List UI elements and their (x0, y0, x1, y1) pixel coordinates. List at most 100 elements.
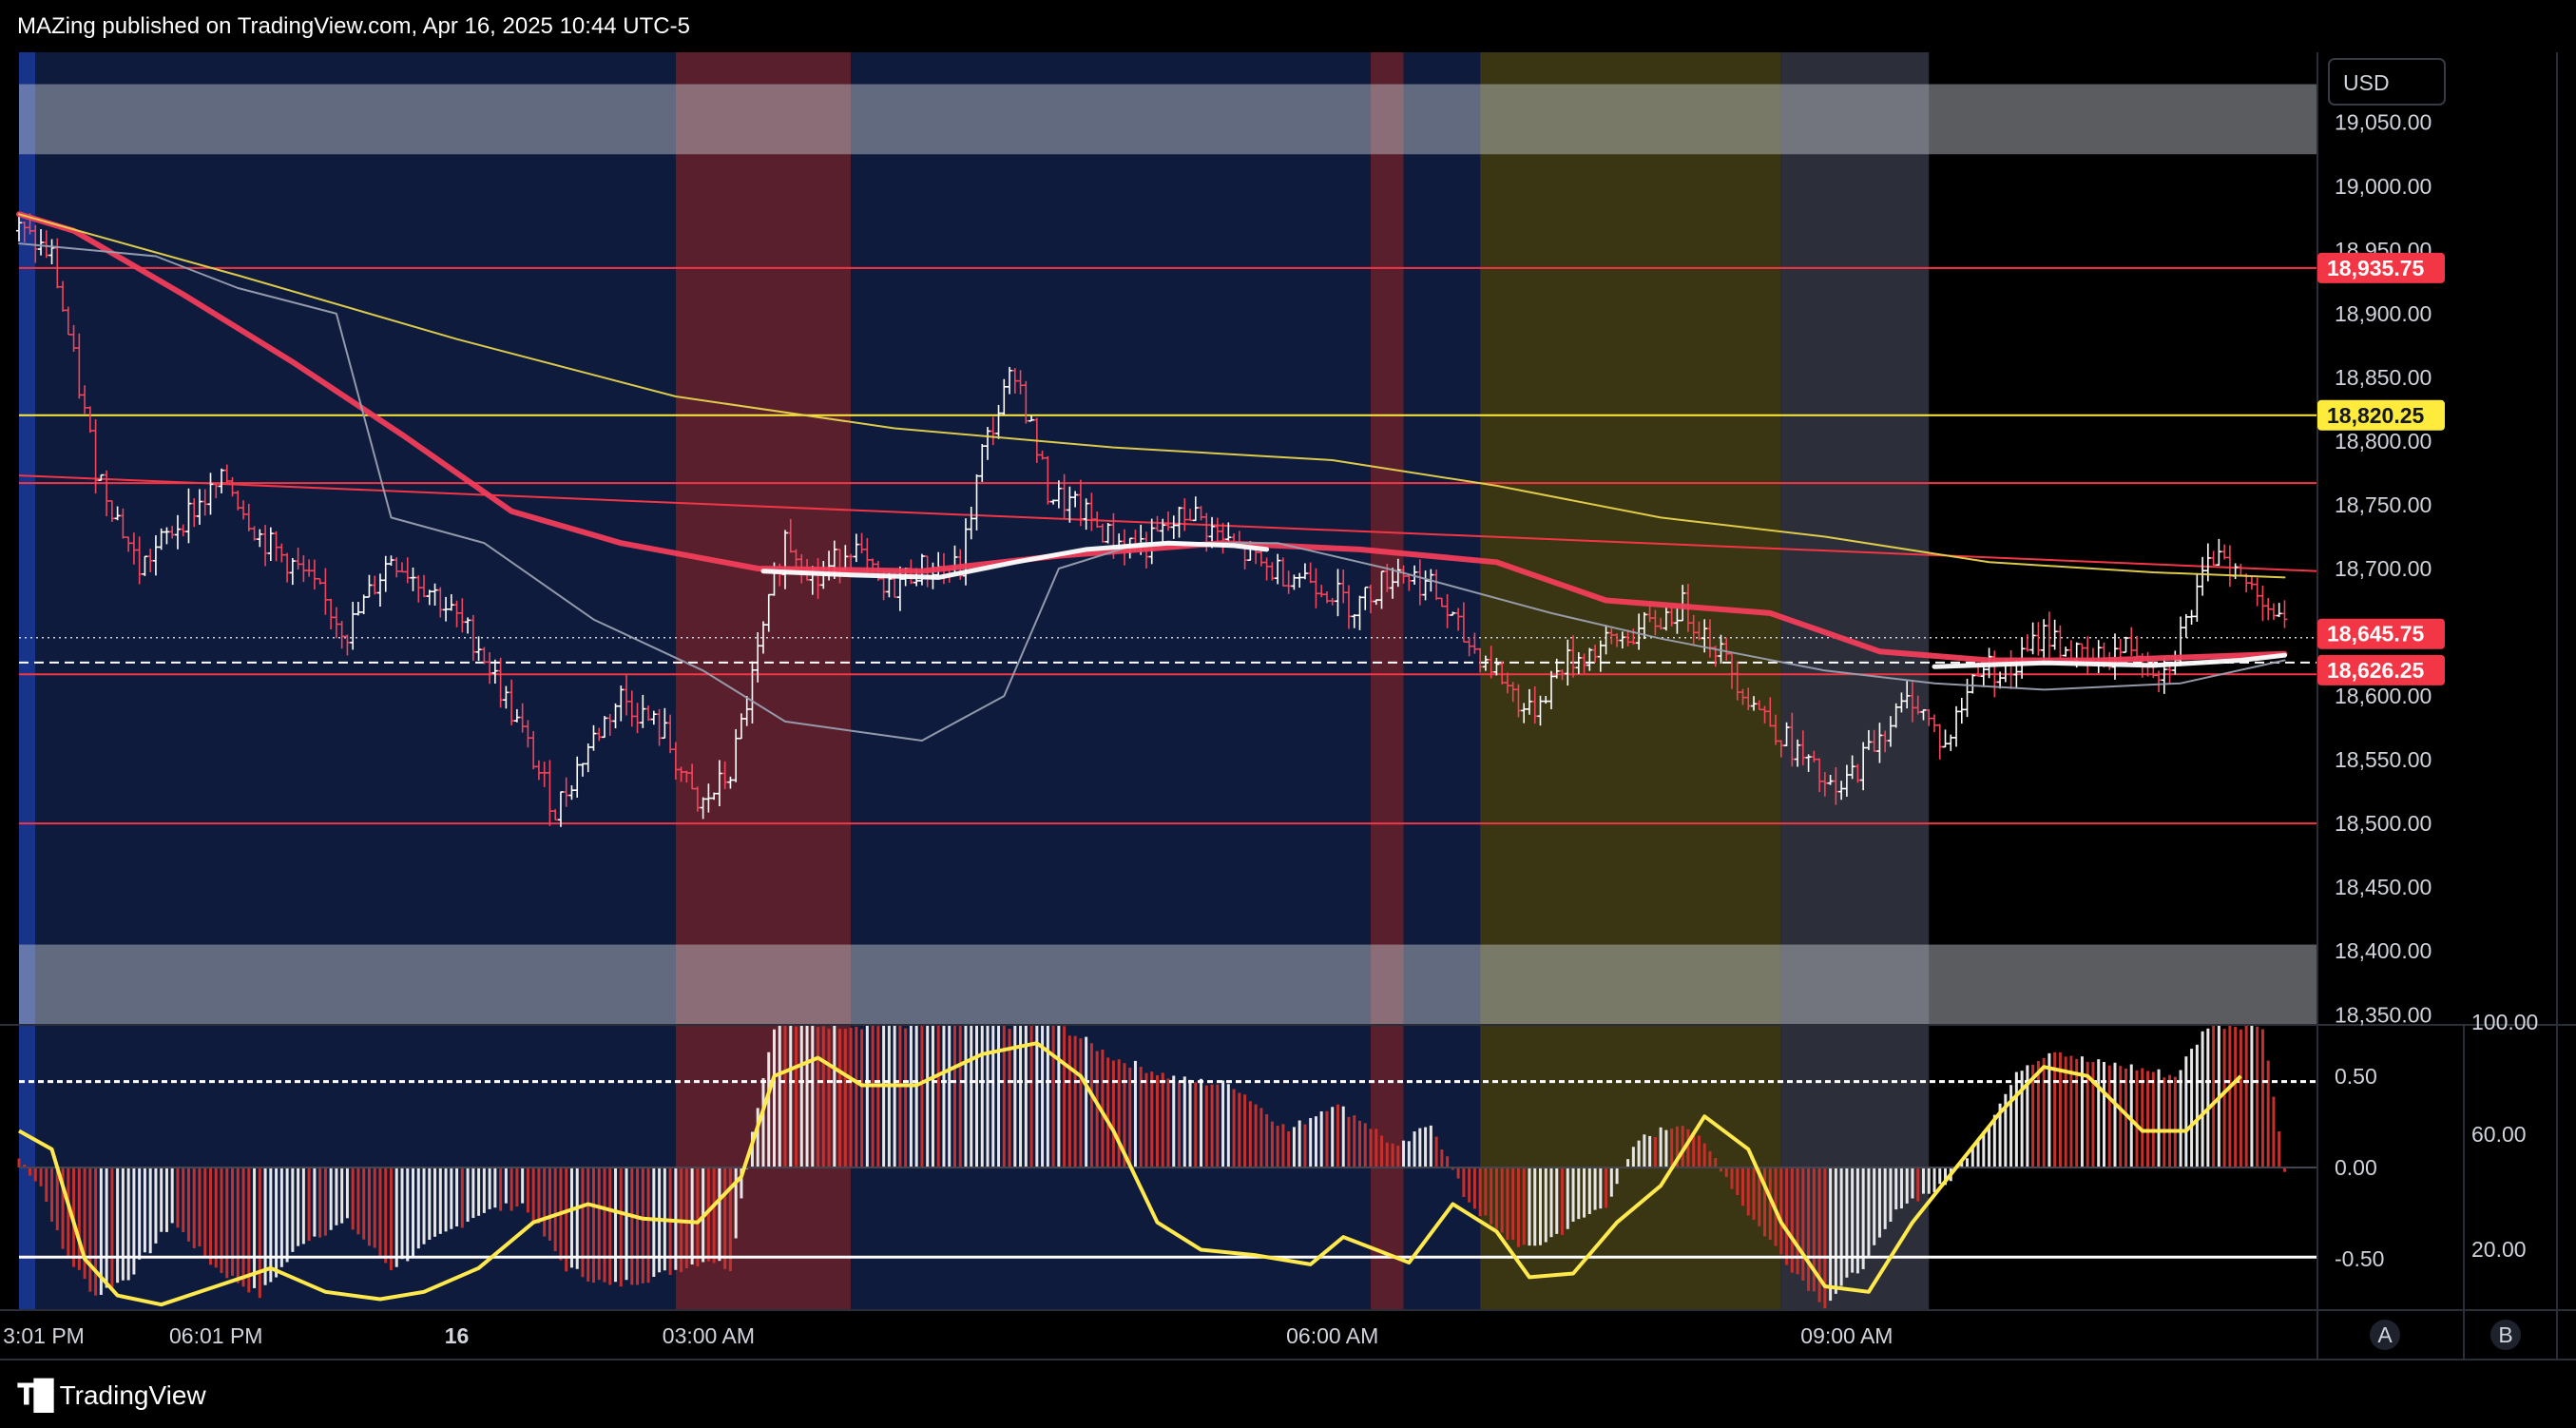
histogram-bar[interactable] (1988, 1126, 1991, 1167)
histogram-bar[interactable] (279, 1167, 283, 1267)
histogram-bar[interactable] (1966, 1158, 1970, 1167)
histogram-bar[interactable] (1932, 1167, 1936, 1192)
histogram-bar[interactable] (313, 1167, 317, 1237)
histogram-bar[interactable] (318, 1167, 322, 1238)
histogram-bar[interactable] (1341, 1106, 1345, 1167)
histogram-bar[interactable] (126, 1167, 130, 1281)
histogram-bar[interactable] (1555, 1167, 1559, 1234)
histogram-bar[interactable] (1659, 1127, 1663, 1167)
histogram-bar[interactable] (1238, 1092, 1241, 1167)
histogram-bar[interactable] (887, 1025, 891, 1167)
histogram-bar[interactable] (1653, 1136, 1657, 1167)
histogram-bar[interactable] (2222, 1029, 2226, 1167)
histogram-bar[interactable] (1516, 1167, 1520, 1247)
histogram-bar[interactable] (799, 1025, 803, 1167)
histogram-bar[interactable] (909, 1025, 913, 1167)
histogram-bar[interactable] (630, 1167, 634, 1285)
histogram-bar[interactable] (2173, 1076, 2177, 1167)
histogram-bar[interactable] (1446, 1156, 1450, 1167)
histogram-bar[interactable] (684, 1167, 688, 1268)
histogram-bar[interactable] (504, 1167, 508, 1204)
histogram-bar[interactable] (488, 1167, 491, 1209)
histogram-bar[interactable] (1472, 1167, 1476, 1209)
histogram-bar[interactable] (138, 1167, 142, 1260)
histogram-bar[interactable] (1708, 1150, 1712, 1167)
histogram-bar[interactable] (1309, 1118, 1313, 1167)
histogram-bar[interactable] (1877, 1167, 1881, 1238)
histogram-bar[interactable] (1133, 1060, 1137, 1167)
histogram-bar[interactable] (1178, 1081, 1182, 1167)
histogram-bar[interactable] (2146, 1071, 2150, 1167)
histogram-bar[interactable] (2047, 1052, 2051, 1167)
histogram-bar[interactable] (778, 1025, 781, 1167)
histogram-bar[interactable] (1265, 1113, 1269, 1167)
histogram-bar[interactable] (1182, 1076, 1186, 1167)
histogram-bar[interactable] (1609, 1167, 1613, 1197)
histogram-bar[interactable] (477, 1167, 481, 1216)
histogram-bar[interactable] (1363, 1123, 1367, 1167)
histogram-bar[interactable] (734, 1167, 738, 1239)
histogram-bar[interactable] (1724, 1167, 1728, 1177)
histogram-bar[interactable] (394, 1167, 398, 1267)
histogram-bar[interactable] (1834, 1167, 1837, 1294)
currency-button[interactable]: USD (2328, 58, 2446, 106)
histogram-bar[interactable] (269, 1167, 273, 1283)
histogram-bar[interactable] (1319, 1110, 1323, 1167)
histogram-bar[interactable] (2102, 1061, 2105, 1167)
histogram-bar[interactable] (1418, 1128, 1422, 1167)
histogram-bar[interactable] (811, 1025, 815, 1167)
histogram-bar[interactable] (455, 1167, 459, 1226)
histogram-bar[interactable] (1664, 1129, 1668, 1167)
histogram-bar[interactable] (849, 1028, 853, 1167)
histogram-bar[interactable] (1692, 1135, 1696, 1167)
histogram-bar[interactable] (433, 1167, 437, 1237)
histogram-bar[interactable] (1391, 1143, 1394, 1167)
histogram-bar[interactable] (586, 1167, 590, 1282)
histogram-bar[interactable] (323, 1167, 327, 1236)
histogram-bar[interactable] (438, 1167, 442, 1234)
histogram-bar[interactable] (652, 1167, 656, 1278)
histogram-bar[interactable] (2135, 1070, 2139, 1167)
histogram-bar[interactable] (105, 1167, 108, 1288)
histogram-bar[interactable] (192, 1167, 196, 1248)
histogram-bar[interactable] (2014, 1071, 2018, 1167)
histogram-bar[interactable] (603, 1167, 606, 1283)
histogram-bar[interactable] (1380, 1135, 1384, 1167)
histogram-bar[interactable] (904, 1028, 908, 1167)
histogram-bar[interactable] (1358, 1120, 1361, 1167)
histogram-bar[interactable] (2036, 1061, 2040, 1167)
histogram-bar[interactable] (1287, 1130, 1291, 1167)
histogram-bar[interactable] (1204, 1085, 1208, 1167)
histogram-bar[interactable] (362, 1167, 366, 1240)
histogram-bar[interactable] (263, 1167, 267, 1285)
histogram-bar[interactable] (1845, 1167, 1849, 1278)
histogram-bar[interactable] (674, 1167, 678, 1270)
histogram-bar[interactable] (39, 1167, 43, 1187)
histogram-bar[interactable] (1478, 1167, 1482, 1217)
corner-button-a[interactable]: A (2370, 1320, 2400, 1350)
histogram-bar[interactable] (241, 1167, 245, 1287)
histogram-bar[interactable] (1106, 1057, 1110, 1167)
histogram-bar[interactable] (1259, 1108, 1263, 1167)
histogram-bar[interactable] (1046, 1025, 1049, 1167)
histogram-bar[interactable] (1248, 1101, 1252, 1167)
histogram-bar[interactable] (1752, 1167, 1756, 1221)
histogram-bar[interactable] (1254, 1104, 1258, 1167)
histogram-bar[interactable] (186, 1167, 190, 1242)
histogram-bar[interactable] (975, 1025, 978, 1167)
histogram-bar[interactable] (581, 1167, 585, 1278)
histogram-bar[interactable] (2168, 1074, 2172, 1167)
histogram-bar[interactable] (94, 1167, 98, 1296)
histogram-bar[interactable] (1369, 1129, 1373, 1167)
histogram-bar[interactable] (176, 1167, 180, 1228)
histogram-bar[interactable] (482, 1167, 486, 1213)
histogram-bar[interactable] (236, 1167, 240, 1283)
histogram-bar[interactable] (843, 1029, 847, 1167)
histogram-bar[interactable] (548, 1167, 551, 1241)
histogram-bar[interactable] (1566, 1167, 1569, 1229)
histogram-bar[interactable] (1686, 1129, 1690, 1167)
histogram-bar[interactable] (121, 1167, 125, 1281)
histogram-bar[interactable] (148, 1167, 152, 1254)
histogram-bar[interactable] (1095, 1051, 1099, 1167)
histogram-bar[interactable] (2256, 1026, 2259, 1167)
